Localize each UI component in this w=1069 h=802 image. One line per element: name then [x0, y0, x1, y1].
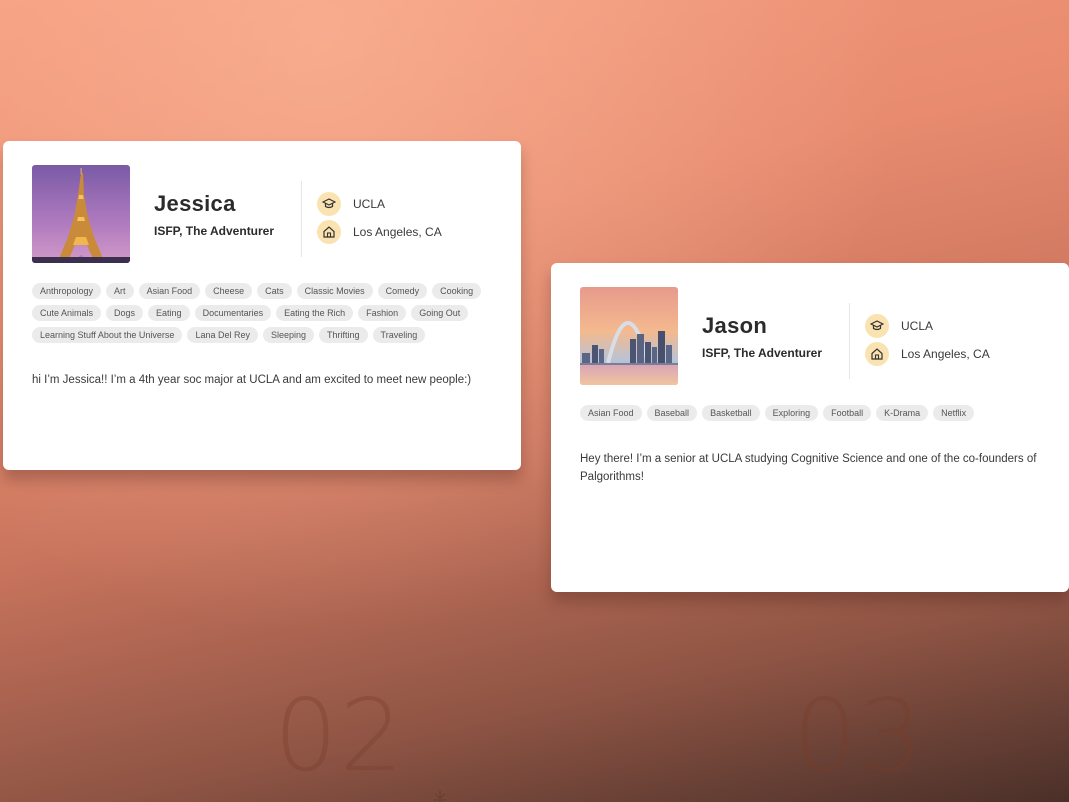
interest-tag[interactable]: Dogs — [106, 305, 144, 321]
profile-bio: hi I’m Jessica!! I’m a 4th year soc majo… — [32, 374, 472, 386]
personality-type: ISFP, The Adventurer — [154, 224, 275, 238]
interest-tag[interactable]: Learning Stuff About the Universe — [32, 327, 183, 343]
interest-tag[interactable]: Documentaries — [194, 305, 272, 321]
step-number: 03 — [793, 677, 925, 794]
interest-tag[interactable]: Cheese — [205, 283, 253, 299]
profile-name: Jessica — [154, 191, 236, 216]
interest-tag[interactable]: Eating the Rich — [276, 305, 354, 321]
interest-tag[interactable]: Anthropology — [32, 283, 102, 299]
interest-tag[interactable]: K-Drama — [876, 405, 929, 421]
location-row: Los Angeles, CA — [865, 342, 990, 366]
interest-tag[interactable]: Sleeping — [262, 327, 315, 343]
profile-card-jason[interactable]: Jason ISFP, The Adventurer UCLA Los Ange… — [551, 263, 1069, 592]
interest-tag[interactable]: Exploring — [764, 405, 819, 421]
interest-tag[interactable]: Football — [823, 405, 872, 421]
interest-tag[interactable]: Eating — [148, 305, 190, 321]
interest-tag[interactable]: Thrifting — [319, 327, 368, 343]
divider — [301, 181, 302, 257]
profile-name: Jason — [702, 313, 768, 338]
eiffel-tower-photo — [32, 165, 130, 263]
profile-bio: Hey there! I’m a senior at UCLA studying… — [580, 453, 1037, 483]
interest-tag[interactable]: Comedy — [377, 283, 428, 299]
divider — [849, 303, 850, 379]
interest-tag[interactable]: Asian Food — [580, 405, 642, 421]
interest-tag[interactable]: Baseball — [646, 405, 698, 421]
house-icon — [317, 220, 341, 244]
personality-type: ISFP, The Adventurer — [702, 346, 823, 360]
interest-tag[interactable]: Art — [106, 283, 134, 299]
school-label: UCLA — [353, 197, 386, 211]
house-icon — [865, 342, 889, 366]
location-label: Los Angeles, CA — [901, 347, 990, 361]
gateway-arch-photo — [580, 287, 678, 385]
interest-tag[interactable]: Going Out — [411, 305, 469, 321]
interest-tag[interactable]: Cute Animals — [32, 305, 102, 321]
interest-tags: Asian Food Baseball Basketball Exploring… — [580, 405, 1050, 421]
interest-tag[interactable]: Lana Del Rey — [187, 327, 258, 343]
location-label: Los Angeles, CA — [353, 225, 442, 239]
step-number: 02 — [274, 677, 406, 794]
school-row: UCLA — [865, 314, 933, 338]
graduation-cap-icon — [865, 314, 889, 338]
school-row: UCLA — [317, 192, 385, 216]
graduation-cap-icon — [317, 192, 341, 216]
interest-tag[interactable]: Classic Movies — [296, 283, 373, 299]
interest-tag[interactable]: Basketball — [702, 405, 760, 421]
interest-tag[interactable]: Cats — [257, 283, 292, 299]
sparkle-icon — [433, 790, 447, 802]
interest-tag[interactable]: Netflix — [933, 405, 975, 421]
interest-tag[interactable]: Asian Food — [138, 283, 201, 299]
interest-tags: Anthropology Art Asian Food Cheese Cats … — [32, 283, 502, 343]
school-label: UCLA — [901, 319, 934, 333]
location-row: Los Angeles, CA — [317, 220, 442, 244]
profile-card-jessica[interactable]: Jessica ISFP, The Adventurer UCLA Los An… — [3, 141, 521, 470]
interest-tag[interactable]: Traveling — [372, 327, 426, 343]
interest-tag[interactable]: Fashion — [358, 305, 407, 321]
interest-tag[interactable]: Cooking — [432, 283, 482, 299]
